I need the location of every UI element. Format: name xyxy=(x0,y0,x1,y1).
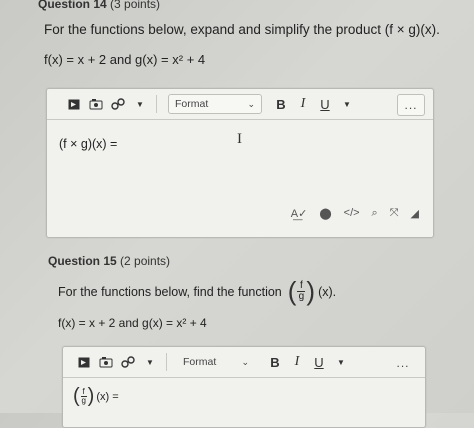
chevron-down-icon: ⌄ xyxy=(247,98,255,109)
question-15-editor[interactable]: ▼ Format ⌄ B I U ▼ ... ( f g ) (x) = xyxy=(62,346,426,428)
question-15-functions: f(x) = x + 2 and g(x) = x² + 4 xyxy=(58,316,207,330)
accessibility-icon[interactable]: ⬤ xyxy=(319,207,331,220)
fraction-f-over-g: f g xyxy=(297,280,306,302)
prompt-text-after: (x). xyxy=(318,284,337,299)
chevron-down-icon[interactable]: ▼ xyxy=(336,93,358,115)
format-select[interactable]: Format ⌄ xyxy=(168,94,262,114)
format-select[interactable]: Format ⌄ xyxy=(176,352,256,372)
resize-handle-icon[interactable]: ◢ xyxy=(411,207,419,220)
media-icon[interactable] xyxy=(85,93,107,115)
question-15-prompt: For the functions below, find the functi… xyxy=(58,276,337,306)
image-insert-icon[interactable] xyxy=(63,93,85,115)
italic-button[interactable]: I xyxy=(292,93,314,115)
question-15-title: Question 15 (2 points) xyxy=(48,254,171,268)
chevron-down-icon[interactable]: ▼ xyxy=(129,93,151,115)
source-code-icon[interactable]: </> xyxy=(344,207,360,220)
italic-button[interactable]: I xyxy=(286,351,308,373)
find-replace-icon[interactable]: ⌕ xyxy=(372,207,378,220)
editor-bottom-tools: A͟✓ ⬤ </> ⌕ ⤧ ◢ xyxy=(291,207,419,220)
underline-button[interactable]: U xyxy=(314,93,336,115)
answer-label: ( f g ) (x) = xyxy=(73,385,119,407)
chevron-down-icon[interactable]: ▼ xyxy=(330,351,352,373)
editor-toolbar: ▼ Format ⌄ B I U ▼ ... xyxy=(63,347,425,378)
spellcheck-icon[interactable]: A͟✓ xyxy=(291,207,308,220)
toolbar-divider xyxy=(156,95,157,113)
editor-toolbar: ▼ Format ⌄ B I U ▼ ... xyxy=(47,89,433,120)
question-14-prompt: For the functions below, expand and simp… xyxy=(44,22,440,37)
format-select-label: Format xyxy=(175,98,209,110)
image-insert-icon[interactable] xyxy=(73,351,95,373)
question-14-functions: f(x) = x + 2 and g(x) = x² + 4 xyxy=(44,52,206,67)
format-select-label: Format xyxy=(183,356,217,368)
text-cursor-icon: I xyxy=(237,131,242,147)
more-options-button[interactable]: ... xyxy=(397,94,425,116)
toolbar-divider xyxy=(166,353,167,371)
link-icon[interactable] xyxy=(107,93,129,115)
question-14-editor[interactable]: ▼ Format ⌄ B I U ▼ ... (f × g)(x) = I A͟… xyxy=(46,88,434,238)
prompt-text-before: For the functions below, find the functi… xyxy=(58,284,282,299)
fullscreen-icon[interactable]: ⤧ xyxy=(390,207,399,220)
chevron-down-icon: ⌄ xyxy=(241,356,249,367)
fraction-f-over-g: f g xyxy=(80,387,87,405)
underline-button[interactable]: U xyxy=(308,351,330,373)
answer-suffix: (x) = xyxy=(96,390,119,403)
media-icon[interactable] xyxy=(95,351,117,373)
link-icon[interactable] xyxy=(117,351,139,373)
bold-button[interactable]: B xyxy=(270,93,292,115)
answer-label: (f × g)(x) = xyxy=(59,137,118,151)
chevron-down-icon[interactable]: ▼ xyxy=(139,351,161,373)
bold-button[interactable]: B xyxy=(264,351,286,373)
more-options-button[interactable]: ... xyxy=(389,352,417,374)
question-14-title: Question 14 (3 points) xyxy=(38,0,161,11)
